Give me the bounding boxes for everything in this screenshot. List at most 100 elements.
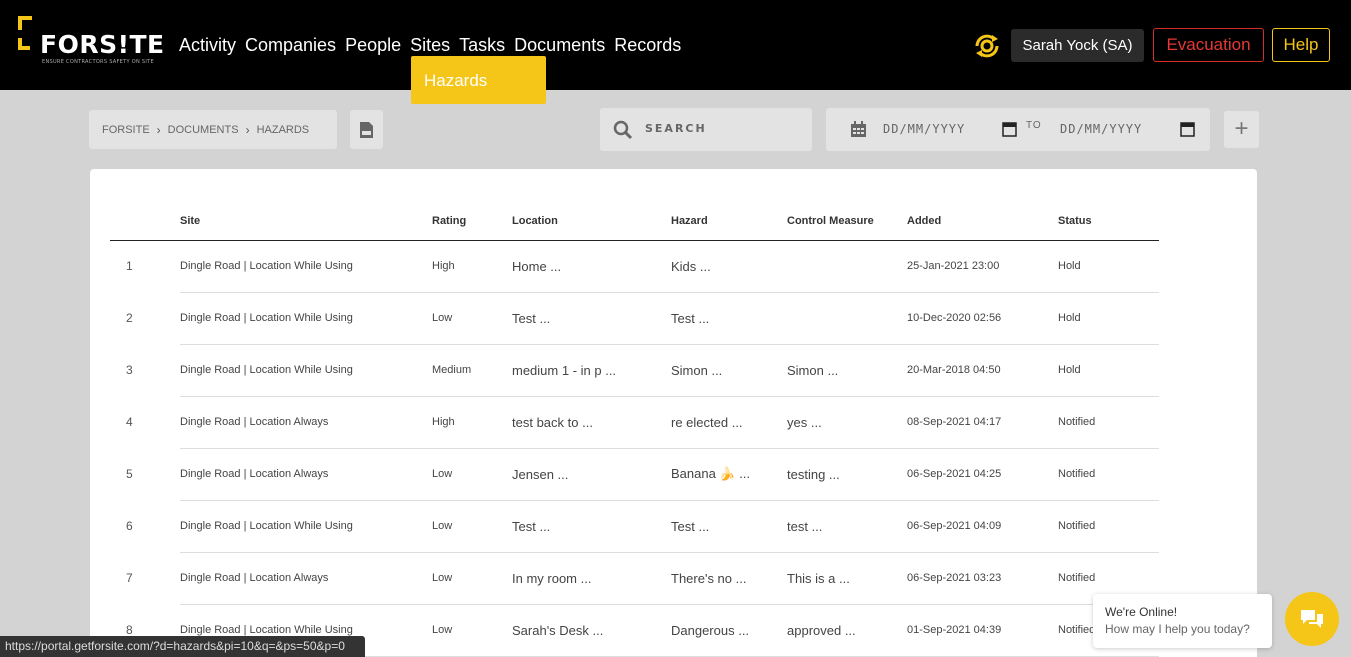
cell-added: 20-Mar-2018 04:50	[907, 344, 1058, 397]
cell-rating: High	[432, 240, 512, 293]
chat-greeting[interactable]: We're Online! How may I help you today?	[1093, 594, 1272, 648]
date-to-input[interactable]: DD/MM/YYYY	[1060, 122, 1142, 136]
cell-added: 25-Jan-2021 23:00	[907, 240, 1058, 293]
chevron-right-icon: ›	[156, 122, 161, 137]
user-menu-button[interactable]: Sarah Yock (SA)	[1011, 29, 1144, 62]
chat-button[interactable]	[1285, 592, 1339, 646]
row-index: 4	[126, 415, 133, 429]
cell-hazard: Simon ...	[671, 344, 787, 397]
column-header-control-measure[interactable]: Control Measure	[787, 202, 907, 240]
cell-added: 06-Sep-2021 04:09	[907, 500, 1058, 553]
cell-control-measure	[787, 292, 907, 345]
table-header-row: Site Rating Location Hazard Control Meas…	[110, 202, 1159, 240]
logo-tagline: ENSURE CONTRACTORS SAFETY ON SITE	[42, 59, 154, 65]
column-header-rating[interactable]: Rating	[432, 202, 512, 240]
search-icon	[613, 120, 633, 140]
cell-hazard: Test ...	[671, 500, 787, 553]
cell-rating: High	[432, 396, 512, 449]
cell-status: Notified	[1058, 448, 1159, 501]
add-hazard-button[interactable]: +	[1224, 111, 1259, 148]
breadcrumb-forsite[interactable]: FORSITE	[102, 124, 150, 136]
column-header-added[interactable]: Added	[907, 202, 1058, 240]
main-nav: Activity Companies People Sites Tasks Do…	[179, 34, 681, 56]
table-row[interactable]: 3 Dingle Road | Location While Using Mediu…	[110, 344, 1159, 397]
table-row[interactable]: 1 Dingle Road | Location While Using High H…	[110, 240, 1159, 293]
cell-location: In my room ...	[512, 552, 671, 605]
cell-control-measure	[787, 240, 907, 293]
export-csv-button[interactable]	[350, 110, 383, 149]
help-button[interactable]: Help	[1272, 28, 1330, 62]
cell-hazard: Kids ...	[671, 240, 787, 293]
row-index: 2	[126, 311, 133, 325]
column-header-hazard[interactable]: Hazard	[671, 202, 787, 240]
nav-records[interactable]: Records	[614, 34, 681, 56]
column-header-site[interactable]: Site	[180, 202, 432, 240]
date-range-filter: DD/MM/YYYY TO DD/MM/YYYY	[826, 108, 1210, 151]
cell-status: Hold	[1058, 240, 1159, 293]
search-box	[600, 108, 812, 151]
cell-added: 01-Sep-2021 04:39	[907, 604, 1058, 657]
date-to-label: TO	[1026, 120, 1042, 131]
cell-site: Dingle Road | Location While Using	[180, 240, 432, 293]
nav-documents[interactable]: Documents	[514, 34, 605, 56]
cell-control-measure: yes ...	[787, 396, 907, 449]
cell-control-measure: test ...	[787, 500, 907, 553]
cell-added: 06-Sep-2021 04:25	[907, 448, 1058, 501]
table-row[interactable]: 4 Dingle Road | Location Always High test b…	[110, 396, 1159, 449]
cell-location: Sarah's Desk ...	[512, 604, 671, 657]
cell-site: Dingle Road | Location While Using	[180, 344, 432, 397]
table-row[interactable]: 2 Dingle Road | Location While Using Low Te…	[110, 292, 1159, 345]
cell-hazard: re elected ...	[671, 396, 787, 449]
cell-site: Dingle Road | Location While Using	[180, 292, 432, 345]
cell-control-measure: This is a ...	[787, 552, 907, 605]
forsite-logo[interactable]: FORS!TE ENSURE CONTRACTORS SAFETY ON SIT…	[16, 14, 164, 70]
table-body: 1 Dingle Road | Location While Using High H…	[110, 240, 1159, 657]
column-header-index	[110, 202, 180, 240]
sync-gear-icon[interactable]	[972, 31, 1002, 61]
nav-activity[interactable]: Activity	[179, 34, 236, 56]
date-from-input[interactable]: DD/MM/YYYY	[883, 122, 965, 136]
cell-location: Jensen ...	[512, 448, 671, 501]
column-header-status[interactable]: Status	[1058, 202, 1159, 240]
top-bar: FORS!TE ENSURE CONTRACTORS SAFETY ON SIT…	[0, 0, 1351, 90]
cell-hazard: Test ...	[671, 292, 787, 345]
nav-companies[interactable]: Companies	[245, 34, 336, 56]
search-input[interactable]	[645, 122, 805, 135]
hazards-table-card: Site Rating Location Hazard Control Meas…	[90, 169, 1257, 657]
column-header-location[interactable]: Location	[512, 202, 671, 240]
cell-rating: Medium	[432, 344, 512, 397]
logo-text: FORS!TE	[40, 30, 165, 59]
cell-control-measure: approved ...	[787, 604, 907, 657]
breadcrumb-documents[interactable]: DOCUMENTS	[168, 124, 239, 136]
cell-rating: Low	[432, 604, 512, 657]
nav-tasks[interactable]: Tasks	[459, 34, 505, 56]
nav-sites[interactable]: Sites	[410, 34, 450, 56]
table-row[interactable]: 6 Dingle Road | Location While Using Low Te…	[110, 500, 1159, 553]
cell-status: Hold	[1058, 344, 1159, 397]
cell-status: Notified	[1058, 500, 1159, 553]
table-row[interactable]: 7 Dingle Road | Location Always Low In my r…	[110, 552, 1159, 605]
chat-title: We're Online!	[1105, 605, 1178, 619]
cell-status: Hold	[1058, 292, 1159, 345]
calendar-picker-icon[interactable]	[1180, 121, 1195, 137]
csv-file-icon	[360, 122, 373, 138]
evacuation-button[interactable]: Evacuation	[1153, 28, 1264, 62]
cell-hazard: Banana 🍌 ...	[671, 448, 787, 501]
row-index: 7	[126, 571, 133, 585]
logo-bracket-icon	[18, 16, 32, 30]
cell-location: Home ...	[512, 240, 671, 293]
chat-subtitle: How may I help you today?	[1105, 622, 1250, 636]
table-row[interactable]: 5 Dingle Road | Location Always Low Jensen …	[110, 448, 1159, 501]
nav-people[interactable]: People	[345, 34, 401, 56]
calendar-picker-icon[interactable]	[1002, 121, 1017, 137]
cell-rating: Low	[432, 552, 512, 605]
cell-site: Dingle Road | Location Always	[180, 396, 432, 449]
nav-dropdown-hazards[interactable]: Hazards	[411, 56, 546, 104]
cell-location: test back to ...	[512, 396, 671, 449]
hazards-table: Site Rating Location Hazard Control Meas…	[110, 202, 1159, 657]
cell-location: Test ...	[512, 292, 671, 345]
cell-control-measure: testing ...	[787, 448, 907, 501]
status-bar-url: https://portal.getforsite.com/?d=hazards…	[0, 636, 365, 657]
cell-hazard: Dangerous ...	[671, 604, 787, 657]
row-index: 5	[126, 467, 133, 481]
